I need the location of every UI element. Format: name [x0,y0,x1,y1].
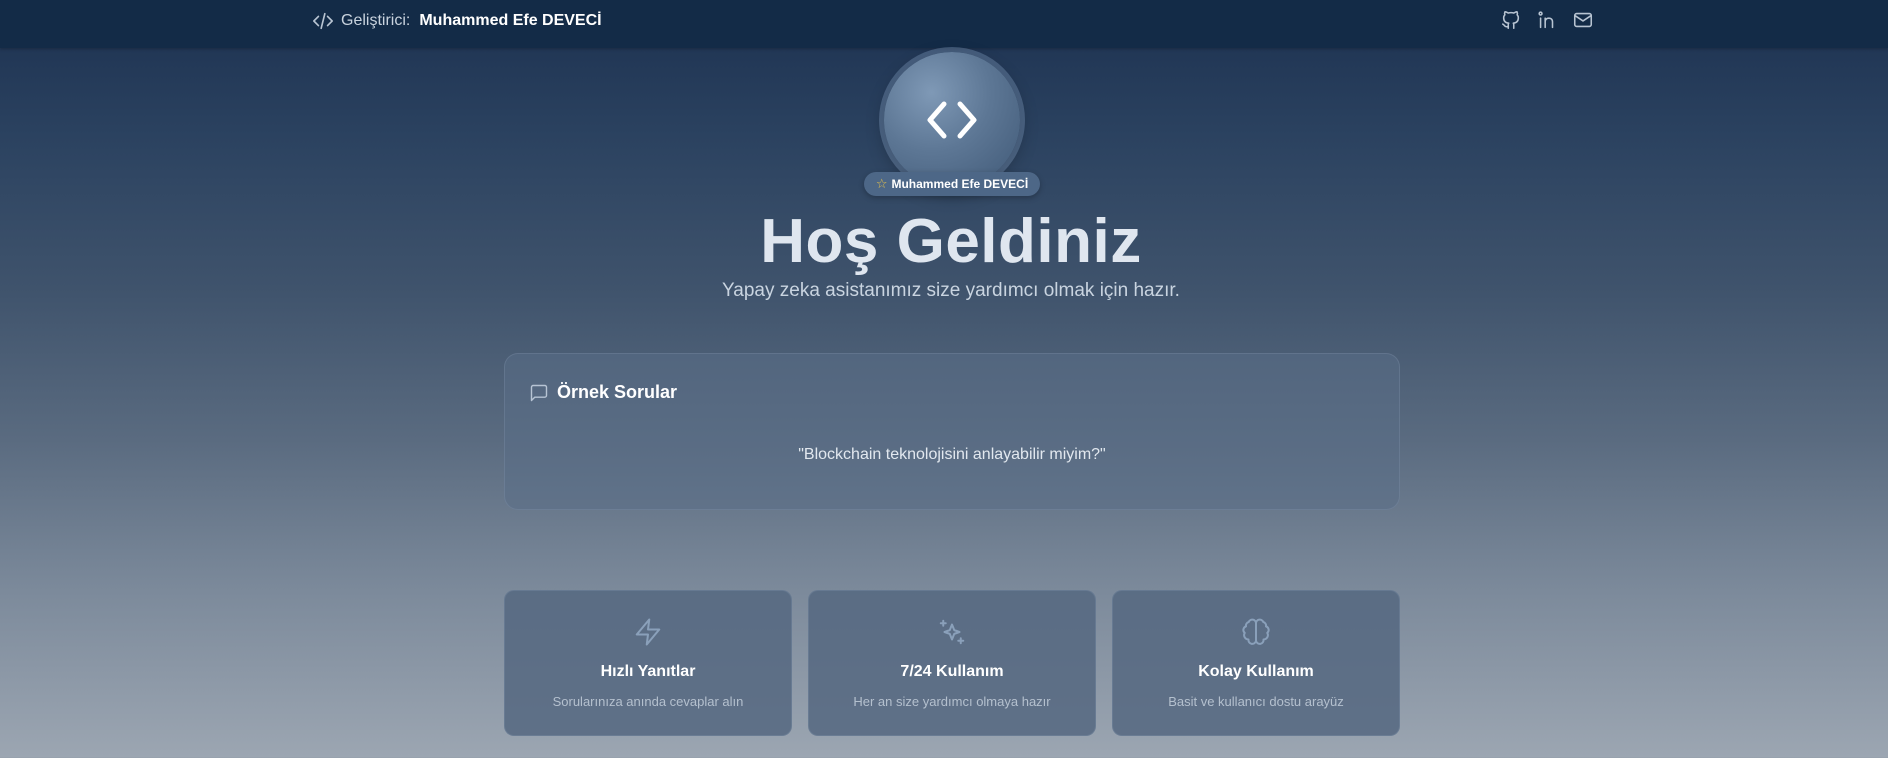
developer-credit: Geliştirici: Muhammed Efe DEVECİ [312,10,602,32]
feature-title: 7/24 Kullanım [900,663,1004,680]
example-question[interactable]: "Blockchain teknolojisini anlayabilir mi… [505,446,1399,464]
message-square-icon [529,383,549,403]
feature-title: Hızlı Yanıtlar [600,663,696,680]
feature-card-24-7: 7/24 Kullanım Her an size yardımcı olmay… [808,590,1096,736]
example-questions-card: Örnek Sorular "Blockchain teknolojisini … [504,353,1400,510]
feature-card-easy-use: Kolay Kullanım Basit ve kullanıcı dostu … [1112,590,1400,736]
example-questions-header: Örnek Sorular [529,382,677,403]
feature-cards: Hızlı Yanıtlar Sorularınıza anında cevap… [504,590,1400,736]
page-title: Hoş Geldiniz [760,207,1142,276]
feature-description: Basit ve kullanıcı dostu arayüz [1168,694,1344,709]
sparkles-icon [937,617,967,647]
star-icon: ☆ [875,176,888,191]
developer-name: Muhammed Efe DEVECİ [419,12,602,29]
top-bar: Geliştirici: Muhammed Efe DEVECİ [0,0,1888,48]
zap-icon [633,617,663,647]
feature-description: Sorularınıza anında cevaplar alın [552,694,744,709]
code-icon [312,10,334,32]
linkedin-icon[interactable] [1536,9,1558,31]
badge-label: Muhammed Efe DEVECİ [891,177,1029,191]
page-subtitle: Yapay zeka asistanımız size yardımcı olm… [722,280,1180,301]
feature-description: Her an size yardımcı olmaya hazır [853,694,1051,709]
developer-badge: ☆ Muhammed Efe DEVECİ [864,172,1040,196]
github-icon[interactable] [1500,9,1522,31]
brain-icon [1241,617,1271,647]
developer-label: Geliştirici: [341,12,411,29]
social-links [1500,9,1594,31]
feature-card-fast-answers: Hızlı Yanıtlar Sorularınıza anında cevap… [504,590,792,736]
example-questions-title: Örnek Sorular [557,382,678,402]
feature-title: Kolay Kullanım [1198,663,1314,680]
avatar [884,52,1020,188]
mail-icon[interactable] [1572,9,1594,31]
code-brackets-icon [927,101,977,139]
